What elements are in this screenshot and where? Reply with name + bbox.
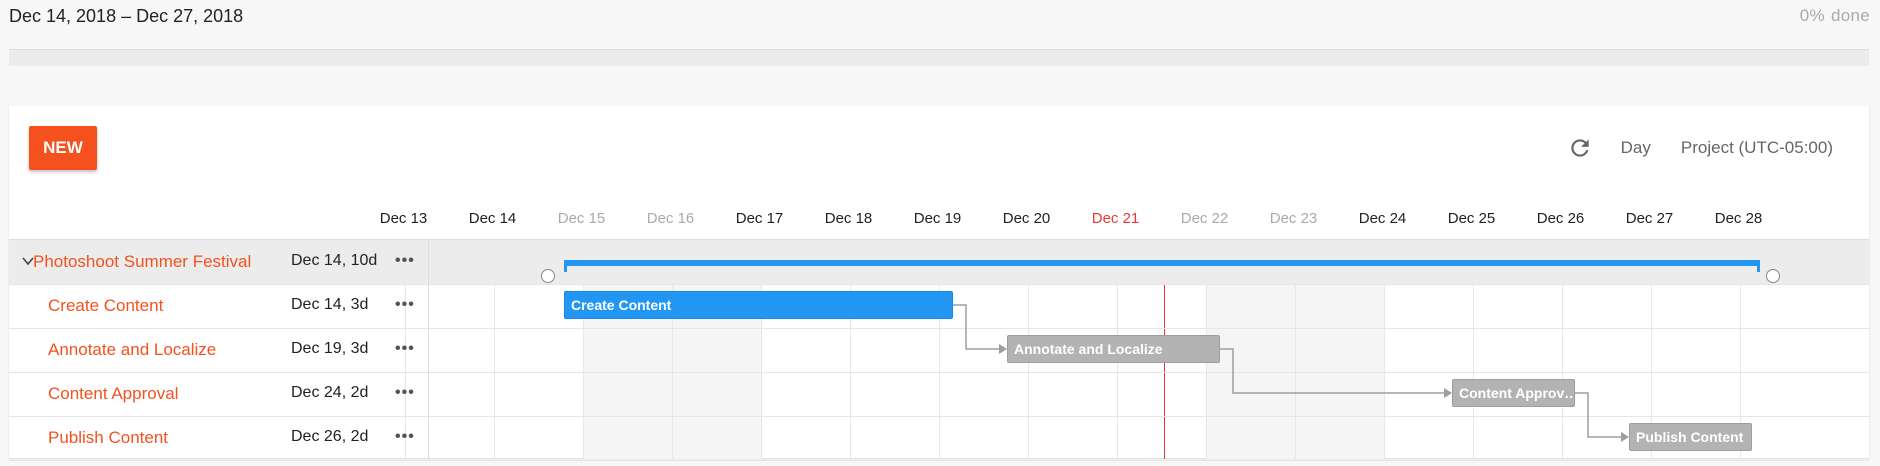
gantt-grid: Photoshoot Summer Festival Dec 14, 10d •… bbox=[9, 239, 1869, 461]
gantt-toolbar: Day Project (UTC-05:00) bbox=[1567, 126, 1869, 170]
dependency-link[interactable] bbox=[1575, 392, 1623, 438]
arrow-right-icon bbox=[1621, 432, 1629, 442]
new-task-button[interactable]: NEW bbox=[29, 126, 97, 170]
arrow-right-icon bbox=[1444, 388, 1452, 398]
progress-percent: 0% bbox=[1799, 6, 1825, 25]
timezone-selector[interactable]: Project (UTC-05:00) bbox=[1681, 138, 1833, 158]
dependency-link[interactable] bbox=[953, 304, 1001, 350]
timeline-date-header: Dec 13 Dec 14 Dec 15 Dec 16 Dec 17 Dec 18 Dec … bbox=[9, 206, 1869, 236]
progress-summary: 0% done bbox=[1794, 6, 1870, 26]
date-column-label: Dec 24 bbox=[1358, 210, 1407, 227]
date-column-label: Dec 15 bbox=[557, 210, 606, 227]
dependency-links bbox=[953, 304, 1629, 442]
date-column-label: Dec 19 bbox=[913, 210, 962, 227]
date-column-label: Dec 17 bbox=[735, 210, 784, 227]
gantt-panel: NEW Day Project (UTC-05:00) Dec 13 Dec 14… bbox=[9, 106, 1869, 461]
date-column-label: Dec 25 bbox=[1447, 210, 1496, 227]
scale-day-button[interactable]: Day bbox=[1621, 138, 1651, 158]
arrow-right-icon bbox=[999, 344, 1007, 354]
dependency-link[interactable] bbox=[1220, 348, 1446, 394]
date-column-label: Dec 26 bbox=[1536, 210, 1585, 227]
date-column-label: Dec 23 bbox=[1269, 210, 1318, 227]
date-column-label: Dec 16 bbox=[646, 210, 695, 227]
progress-label: done bbox=[1830, 6, 1870, 25]
date-column-label: Dec 18 bbox=[824, 210, 873, 227]
date-column-label: Dec 22 bbox=[1180, 210, 1229, 227]
date-column-label: Dec 27 bbox=[1625, 210, 1674, 227]
project-header: Dec 14, 2018 – Dec 27, 2018 0% done bbox=[0, 0, 1880, 46]
date-column-label: Dec 28 bbox=[1714, 210, 1763, 227]
project-date-range: Dec 14, 2018 – Dec 27, 2018 bbox=[9, 6, 244, 26]
progress-bar bbox=[9, 49, 1869, 66]
date-column-label: Dec 20 bbox=[1002, 210, 1051, 227]
date-column-label: Dec 13 bbox=[379, 210, 428, 227]
date-column-label: Dec 21 bbox=[1091, 210, 1140, 227]
refresh-icon[interactable] bbox=[1567, 135, 1593, 161]
date-column-label: Dec 14 bbox=[468, 210, 517, 227]
